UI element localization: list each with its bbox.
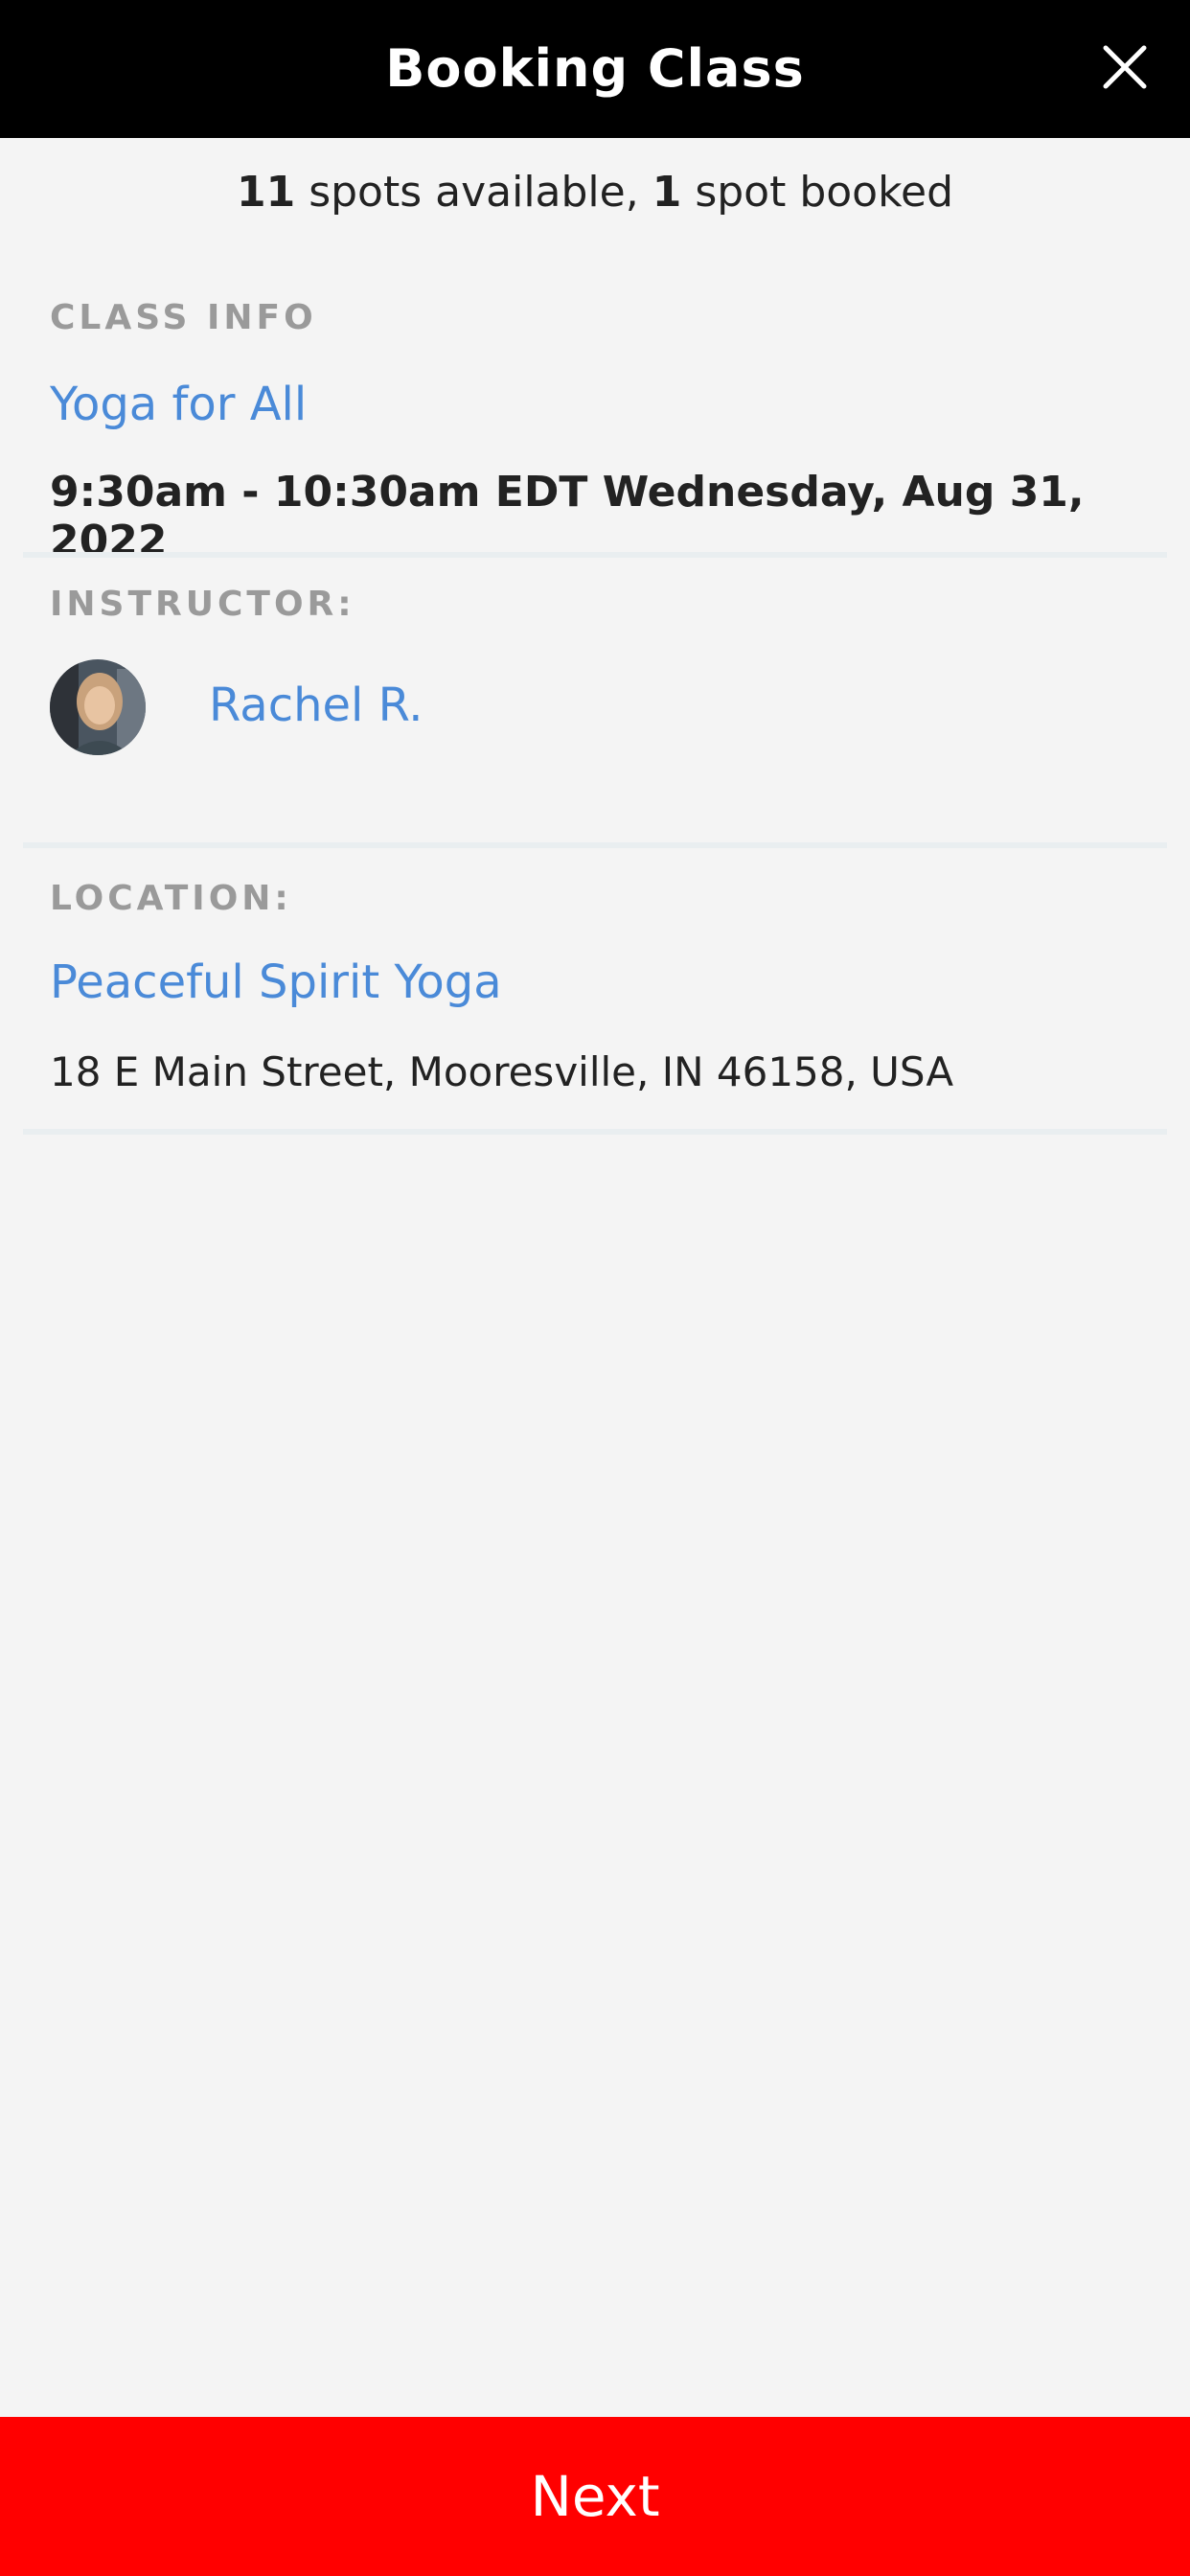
location-address: 18 E Main Street, Mooresville, IN 46158,… xyxy=(50,1048,954,1095)
location-name-link[interactable]: Peaceful Spirit Yoga xyxy=(50,955,502,1009)
instructor-avatar[interactable] xyxy=(50,659,146,755)
header-bar: Booking Class xyxy=(0,0,1190,138)
next-button[interactable]: Next xyxy=(0,2417,1190,2576)
available-text: spots available, xyxy=(295,168,652,217)
available-count: 11 xyxy=(236,168,296,217)
close-button[interactable] xyxy=(1083,25,1167,109)
divider xyxy=(23,552,1167,558)
close-icon xyxy=(1103,45,1147,89)
class-name-link[interactable]: Yoga for All xyxy=(50,378,307,431)
divider xyxy=(23,1129,1167,1135)
booked-count: 1 xyxy=(652,168,682,217)
class-info-label: CLASS INFO xyxy=(50,298,317,337)
booking-class-screen: Booking Class 11 spots available, 1 spot… xyxy=(0,0,1190,2576)
page-title: Booking Class xyxy=(385,38,805,99)
location-label: LOCATION: xyxy=(50,879,292,918)
instructor-label: INSTRUCTOR: xyxy=(50,585,355,624)
instructor-name-link[interactable]: Rachel R. xyxy=(209,678,423,732)
class-datetime: 9:30am - 10:30am EDT Wednesday, Aug 31, … xyxy=(50,468,1085,565)
availability-summary: 11 spots available, 1 spot booked xyxy=(0,158,1190,227)
booked-text: spot booked xyxy=(681,168,954,217)
divider xyxy=(23,842,1167,848)
avatar xyxy=(50,659,146,755)
